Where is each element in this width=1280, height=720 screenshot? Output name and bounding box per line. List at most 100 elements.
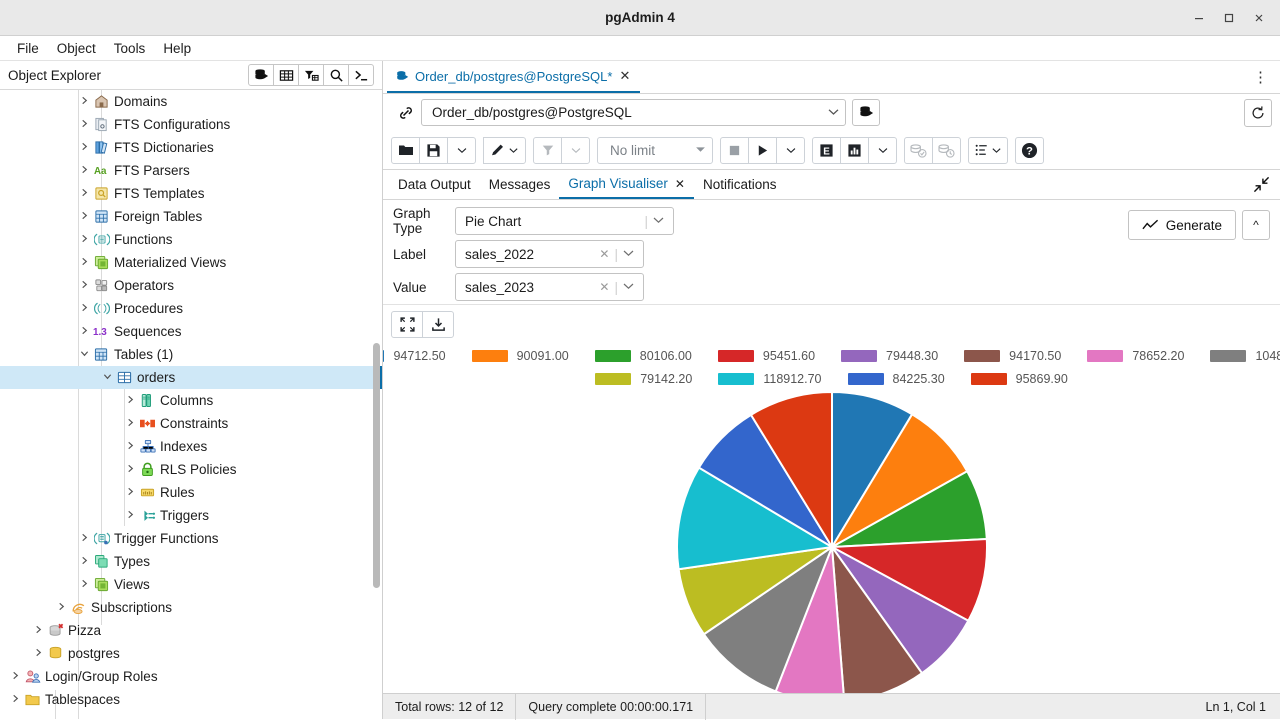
chevron-right-icon[interactable] bbox=[77, 96, 92, 108]
manage-connection-button[interactable] bbox=[852, 99, 880, 126]
tree-item-postgres[interactable]: postgres bbox=[0, 642, 382, 665]
chevron-right-icon[interactable] bbox=[77, 119, 92, 131]
minimize-button[interactable] bbox=[1184, 4, 1214, 32]
filter-button[interactable] bbox=[533, 136, 562, 164]
chevron-right-icon[interactable] bbox=[77, 211, 92, 223]
tree-item-rls-policies[interactable]: RLS Policies bbox=[0, 458, 382, 481]
tree-item-tablespaces[interactable]: Tablespaces bbox=[0, 688, 382, 711]
chevron-down-icon[interactable] bbox=[685, 145, 706, 155]
legend-item[interactable]: 94170.50 bbox=[964, 349, 1061, 363]
tree-item-sequences[interactable]: 1.3 Sequences bbox=[0, 320, 382, 343]
tab-notifications[interactable]: Notifications bbox=[694, 170, 786, 199]
tree-item-indexes[interactable]: Indexes bbox=[0, 435, 382, 458]
search-icon[interactable] bbox=[323, 64, 349, 86]
legend-item[interactable]: 90091.00 bbox=[471, 349, 569, 363]
chevron-right-icon[interactable] bbox=[123, 510, 138, 522]
filter-dropdown-button[interactable] bbox=[561, 136, 590, 164]
graph-type-select[interactable]: Pie Chart | bbox=[455, 207, 674, 235]
legend-item[interactable]: 79448.30 bbox=[841, 349, 938, 363]
chevron-down-icon[interactable] bbox=[648, 215, 669, 227]
chevron-right-icon[interactable] bbox=[77, 165, 92, 177]
legend-item[interactable]: 104808.00 bbox=[1210, 349, 1280, 363]
tab-data-output[interactable]: Data Output bbox=[389, 170, 480, 199]
graph-label-select[interactable]: sales_2022 ✕ | bbox=[455, 240, 644, 268]
chevron-right-icon[interactable] bbox=[77, 533, 92, 545]
tree-item-fts-parsers[interactable]: Aa FTS Parsers bbox=[0, 159, 382, 182]
chevron-right-icon[interactable] bbox=[77, 257, 92, 269]
chevron-down-icon[interactable] bbox=[618, 281, 639, 293]
tree-item-fts-configurations[interactable]: FTS Configurations bbox=[0, 113, 382, 136]
chevron-down-icon[interactable] bbox=[77, 349, 92, 361]
menu-tools[interactable]: Tools bbox=[105, 39, 155, 58]
query-tool-menu-icon[interactable]: ⋮ bbox=[1241, 70, 1280, 85]
tree-item-tables-1[interactable]: Tables (1) bbox=[0, 343, 382, 366]
chevron-down-icon[interactable] bbox=[100, 372, 115, 384]
tree-scrollbar[interactable] bbox=[373, 343, 380, 588]
tree-item-columns[interactable]: Columns bbox=[0, 389, 382, 412]
macros-button[interactable] bbox=[968, 136, 1008, 164]
chevron-down-icon[interactable] bbox=[822, 107, 839, 119]
chevron-right-icon[interactable] bbox=[77, 579, 92, 591]
execute-query-button[interactable] bbox=[748, 136, 777, 164]
save-file-button[interactable] bbox=[419, 136, 448, 164]
tab-graph-visualiser-close-icon[interactable]: ✕ bbox=[675, 177, 685, 191]
explain-button[interactable]: E bbox=[812, 136, 841, 164]
pie-chart[interactable] bbox=[667, 382, 997, 693]
chevron-right-icon[interactable] bbox=[123, 464, 138, 476]
close-button[interactable] bbox=[1244, 4, 1274, 32]
tab-messages[interactable]: Messages bbox=[480, 170, 560, 199]
connection-select[interactable]: Order_db/postgres@PostgreSQL bbox=[421, 99, 846, 126]
collapse-graph-controls-button[interactable]: ^ bbox=[1242, 210, 1270, 240]
tree-item-pizza[interactable]: Pizza bbox=[0, 619, 382, 642]
chevron-right-icon[interactable] bbox=[77, 303, 92, 315]
tree-item-trigger-functions[interactable]: Trigger Functions bbox=[0, 527, 382, 550]
query-tool-tab[interactable]: Order_db/postgres@PostgreSQL* ✕ bbox=[387, 61, 641, 93]
chevron-right-icon[interactable] bbox=[31, 648, 46, 660]
chevron-right-icon[interactable] bbox=[54, 602, 69, 614]
open-file-button[interactable] bbox=[391, 136, 420, 164]
object-tree[interactable]: Domains FTS Configurations FTS Dictionarie… bbox=[0, 90, 382, 719]
stop-query-button[interactable] bbox=[720, 136, 749, 164]
tree-item-foreign-tables[interactable]: Foreign Tables bbox=[0, 205, 382, 228]
explain-analyze-button[interactable] bbox=[840, 136, 869, 164]
chevron-right-icon[interactable] bbox=[77, 188, 92, 200]
clear-value-icon[interactable]: ✕ bbox=[594, 280, 614, 294]
legend-item[interactable]: 78652.20 bbox=[1087, 349, 1184, 363]
tab-graph-visualiser[interactable]: Graph Visualiser ✕ bbox=[559, 170, 694, 199]
tree-item-views[interactable]: Views bbox=[0, 573, 382, 596]
chevron-right-icon[interactable] bbox=[123, 441, 138, 453]
chevron-right-icon[interactable] bbox=[77, 556, 92, 568]
chevron-right-icon[interactable] bbox=[123, 418, 138, 430]
chevron-right-icon[interactable] bbox=[8, 671, 23, 683]
save-dropdown-button[interactable] bbox=[447, 136, 476, 164]
tree-item-functions[interactable]: Functions bbox=[0, 228, 382, 251]
graph-value-select[interactable]: sales_2023 ✕ | bbox=[455, 273, 644, 301]
tree-item-procedures[interactable]: Procedures bbox=[0, 297, 382, 320]
legend-item[interactable]: 94712.50 bbox=[383, 349, 446, 363]
menu-object[interactable]: Object bbox=[48, 39, 105, 58]
chevron-right-icon[interactable] bbox=[31, 625, 46, 637]
table-grid-icon[interactable] bbox=[273, 64, 299, 86]
generate-button[interactable]: Generate bbox=[1127, 210, 1236, 240]
clear-label-icon[interactable]: ✕ bbox=[594, 247, 614, 261]
edit-button[interactable] bbox=[483, 136, 526, 164]
menu-file[interactable]: File bbox=[8, 39, 48, 58]
legend-item[interactable]: 95451.60 bbox=[717, 349, 815, 363]
chevron-right-icon[interactable] bbox=[123, 487, 138, 499]
commit-button[interactable] bbox=[904, 136, 933, 164]
chevron-right-icon[interactable] bbox=[77, 326, 92, 338]
explain-dropdown-button[interactable] bbox=[868, 136, 897, 164]
chevron-right-icon[interactable] bbox=[77, 280, 92, 292]
terminal-icon[interactable] bbox=[348, 64, 374, 86]
collapse-panel-icon[interactable] bbox=[1243, 176, 1280, 193]
execute-dropdown-button[interactable] bbox=[776, 136, 805, 164]
tree-item-rules[interactable]: Rules bbox=[0, 481, 382, 504]
chevron-right-icon[interactable] bbox=[123, 395, 138, 407]
legend-item[interactable]: 80106.00 bbox=[594, 349, 692, 363]
chevron-right-icon[interactable] bbox=[77, 234, 92, 246]
chevron-down-icon[interactable] bbox=[618, 248, 639, 260]
tree-item-domains[interactable]: Domains bbox=[0, 90, 382, 113]
menu-help[interactable]: Help bbox=[154, 39, 200, 58]
tree-item-operators[interactable]: Operators bbox=[0, 274, 382, 297]
tree-item-fts-templates[interactable]: FTS Templates bbox=[0, 182, 382, 205]
